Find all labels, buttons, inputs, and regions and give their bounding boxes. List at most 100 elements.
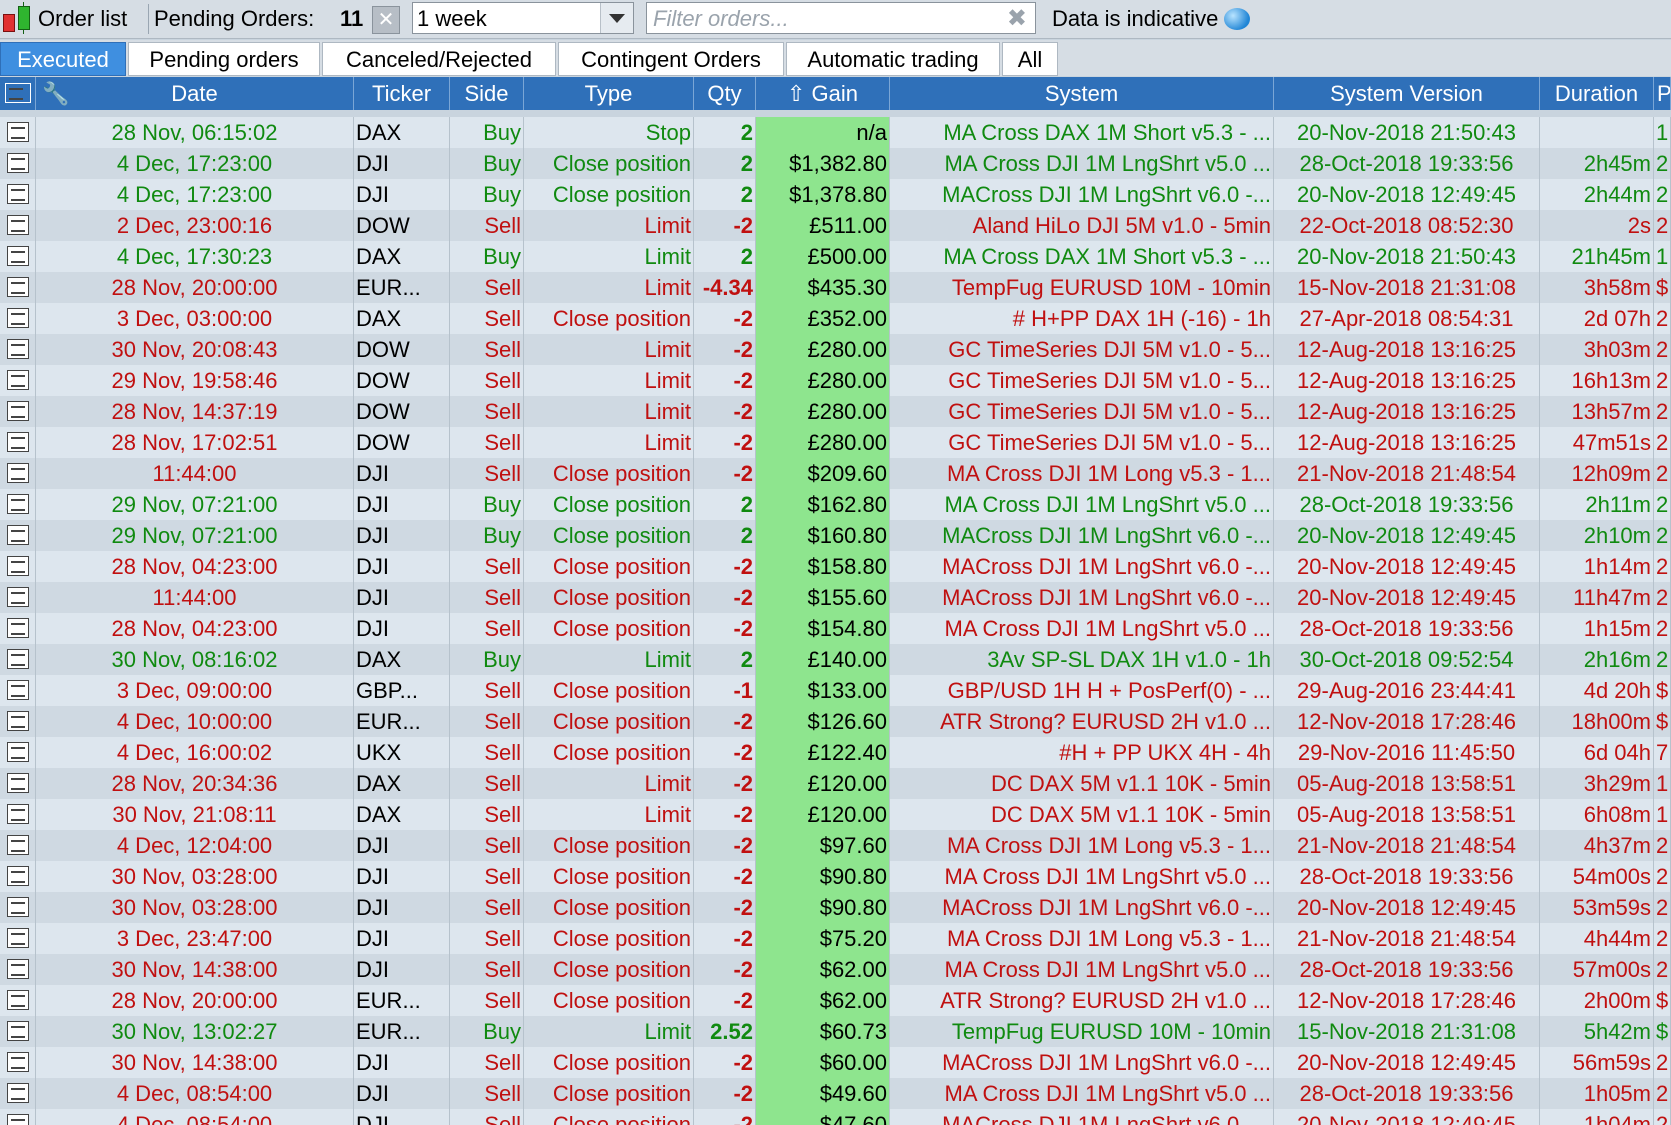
- column-menu-button[interactable]: [0, 77, 36, 110]
- row-details-button[interactable]: [0, 1016, 36, 1047]
- tab-automatic-trading[interactable]: Automatic trading: [786, 42, 1000, 76]
- tab-all[interactable]: All: [1002, 42, 1058, 76]
- cell-duration: 2h00m: [1540, 985, 1654, 1016]
- row-details-button[interactable]: [0, 427, 36, 458]
- row-details-button[interactable]: [0, 923, 36, 954]
- cell-ticker: DJI: [354, 582, 450, 613]
- cell-system: MACross DJI 1M LngShrt v6.0 -...: [890, 179, 1274, 210]
- chevron-down-icon[interactable]: [600, 3, 633, 33]
- table-row[interactable]: 30 Nov, 14:38:00 DJI Sell Close position -2 $…: [0, 954, 1671, 985]
- header-qty[interactable]: Qty: [694, 77, 756, 110]
- row-details-button[interactable]: [0, 241, 36, 272]
- row-details-button[interactable]: [0, 334, 36, 365]
- cell-type: Close position: [524, 861, 694, 892]
- table-row[interactable]: 4 Dec, 17:30:23 DAX Buy Limit 2 £500.00 MA Cro…: [0, 241, 1671, 272]
- table-row[interactable]: 3 Dec, 03:00:00 DAX Sell Close position -2 £3…: [0, 303, 1671, 334]
- row-details-button[interactable]: [0, 985, 36, 1016]
- header-date[interactable]: 🔧 Date: [36, 77, 354, 110]
- table-row[interactable]: 4 Dec, 08:54:00 DJI Sell Close position -2 $4…: [0, 1109, 1671, 1125]
- header-type[interactable]: Type: [524, 77, 694, 110]
- table-row[interactable]: 30 Nov, 08:16:02 DAX Buy Limit 2 £140.00 3Av S…: [0, 644, 1671, 675]
- row-details-button[interactable]: [0, 179, 36, 210]
- table-row[interactable]: 4 Dec, 16:00:02 UKX Sell Close position -2 £1…: [0, 737, 1671, 768]
- info-bubble-icon[interactable]: [1224, 8, 1251, 30]
- row-details-button[interactable]: [0, 551, 36, 582]
- tab-pending-orders[interactable]: Pending orders: [128, 42, 320, 76]
- header-system-version[interactable]: System Version: [1274, 77, 1540, 110]
- row-details-button[interactable]: [0, 892, 36, 923]
- row-details-button[interactable]: [0, 768, 36, 799]
- clear-pending-button[interactable]: ✕: [372, 6, 400, 34]
- table-row[interactable]: 4 Dec, 12:04:00 DJI Sell Close position -2 $9…: [0, 830, 1671, 861]
- table-row[interactable]: 4 Dec, 08:54:00 DJI Sell Close position -2 $4…: [0, 1078, 1671, 1109]
- row-details-button[interactable]: [0, 1109, 36, 1125]
- header-ticker[interactable]: Ticker: [354, 77, 450, 110]
- table-row[interactable]: 11:44:00 DJI Sell Close position -2 $155.60 MA…: [0, 582, 1671, 613]
- row-details-button[interactable]: [0, 272, 36, 303]
- row-details-button[interactable]: [0, 489, 36, 520]
- table-row[interactable]: 28 Nov, 04:23:00 DJI Sell Close position -2 $…: [0, 613, 1671, 644]
- row-details-button[interactable]: [0, 737, 36, 768]
- tab-contingent-orders[interactable]: Contingent Orders: [558, 42, 784, 76]
- row-details-button[interactable]: [0, 365, 36, 396]
- row-details-button[interactable]: [0, 303, 36, 334]
- table-row[interactable]: 2 Dec, 23:00:16 DOW Sell Limit -2 £511.00 Alan…: [0, 210, 1671, 241]
- table-row[interactable]: 30 Nov, 14:38:00 DJI Sell Close position -2 $…: [0, 1047, 1671, 1078]
- header-duration[interactable]: Duration: [1540, 77, 1654, 110]
- table-row[interactable]: 30 Nov, 20:08:43 DOW Sell Limit -2 £280.00 GC …: [0, 334, 1671, 365]
- table-row[interactable]: 29 Nov, 19:58:46 DOW Sell Limit -2 £280.00 GC …: [0, 365, 1671, 396]
- row-details-button[interactable]: [0, 117, 36, 148]
- row-details-button[interactable]: [0, 520, 36, 551]
- cell-gain: $435.30: [756, 272, 890, 303]
- row-details-button[interactable]: [0, 799, 36, 830]
- row-details-button[interactable]: [0, 582, 36, 613]
- row-details-button[interactable]: [0, 644, 36, 675]
- row-details-button[interactable]: [0, 396, 36, 427]
- table-row[interactable]: 29 Nov, 07:21:00 DJI Buy Close position 2 $16…: [0, 520, 1671, 551]
- table-row[interactable]: 30 Nov, 03:28:00 DJI Sell Close position -2 $…: [0, 892, 1671, 923]
- cell-type: Limit: [524, 334, 694, 365]
- table-row[interactable]: 28 Nov, 14:37:19 DOW Sell Limit -2 £280.00 GC …: [0, 396, 1671, 427]
- tab-executed[interactable]: Executed: [0, 42, 126, 76]
- filter-orders-input[interactable]: Filter orders... ✖: [646, 2, 1036, 34]
- table-row[interactable]: 28 Nov, 20:34:36 DAX Sell Limit -2 £120.00 DC …: [0, 768, 1671, 799]
- row-details-button[interactable]: [0, 830, 36, 861]
- table-row[interactable]: 29 Nov, 07:21:00 DJI Buy Close position 2 $16…: [0, 489, 1671, 520]
- table-row[interactable]: 30 Nov, 21:08:11 DAX Sell Limit -2 £120.00 DC …: [0, 799, 1671, 830]
- table-row[interactable]: 30 Nov, 13:02:27 EUR... Buy Limit 2.52 $60.73…: [0, 1016, 1671, 1047]
- table-row[interactable]: 28 Nov, 06:15:02 DAX Buy Stop 2 n/a MA Cross D…: [0, 117, 1671, 148]
- cell-version: 21-Nov-2018 21:48:54: [1274, 923, 1540, 954]
- row-details-button[interactable]: [0, 706, 36, 737]
- table-row[interactable]: 28 Nov, 20:00:00 EUR... Sell Close position…: [0, 985, 1671, 1016]
- period-select[interactable]: 1 week: [412, 2, 634, 34]
- table-row[interactable]: 28 Nov, 20:00:00 EUR... Sell Limit -4.34 $435…: [0, 272, 1671, 303]
- row-details-button[interactable]: [0, 861, 36, 892]
- row-details-button[interactable]: [0, 1047, 36, 1078]
- header-p[interactable]: P: [1654, 77, 1671, 110]
- table-row[interactable]: 4 Dec, 17:23:00 DJI Buy Close position 2 $1,3…: [0, 179, 1671, 210]
- cell-date: 28 Nov, 04:23:00: [36, 613, 354, 644]
- row-details-button[interactable]: [0, 148, 36, 179]
- row-details-button[interactable]: [0, 1078, 36, 1109]
- row-details-button[interactable]: [0, 613, 36, 644]
- table-row[interactable]: 3 Dec, 23:47:00 DJI Sell Close position -2 $7…: [0, 923, 1671, 954]
- table-row[interactable]: 30 Nov, 03:28:00 DJI Sell Close position -2 $…: [0, 861, 1671, 892]
- cell-gain: $154.80: [756, 613, 890, 644]
- clear-filter-icon[interactable]: ✖: [1007, 3, 1027, 35]
- row-details-button[interactable]: [0, 675, 36, 706]
- header-side[interactable]: Side: [450, 77, 524, 110]
- table-row[interactable]: 4 Dec, 10:00:00 EUR... Sell Close position -…: [0, 706, 1671, 737]
- header-gain[interactable]: ⇧ Gain: [756, 77, 890, 110]
- table-row[interactable]: 28 Nov, 17:02:51 DOW Sell Limit -2 £280.00 GC …: [0, 427, 1671, 458]
- cell-system: MA Cross DJI 1M LngShrt v5.0 ...: [890, 489, 1274, 520]
- wrench-icon[interactable]: 🔧: [42, 77, 69, 110]
- table-row[interactable]: 4 Dec, 17:23:00 DJI Buy Close position 2 $1,3…: [0, 148, 1671, 179]
- table-row[interactable]: 11:44:00 DJI Sell Close position -2 $209.60 MA…: [0, 458, 1671, 489]
- row-details-button[interactable]: [0, 210, 36, 241]
- table-row[interactable]: 3 Dec, 09:00:00 GBP... Sell Close position -…: [0, 675, 1671, 706]
- row-details-button[interactable]: [0, 954, 36, 985]
- row-details-button[interactable]: [0, 458, 36, 489]
- table-row[interactable]: 28 Nov, 04:23:00 DJI Sell Close position -2 $…: [0, 551, 1671, 582]
- tab-canceled-rejected[interactable]: Canceled/Rejected: [322, 42, 556, 76]
- header-system[interactable]: System: [890, 77, 1274, 110]
